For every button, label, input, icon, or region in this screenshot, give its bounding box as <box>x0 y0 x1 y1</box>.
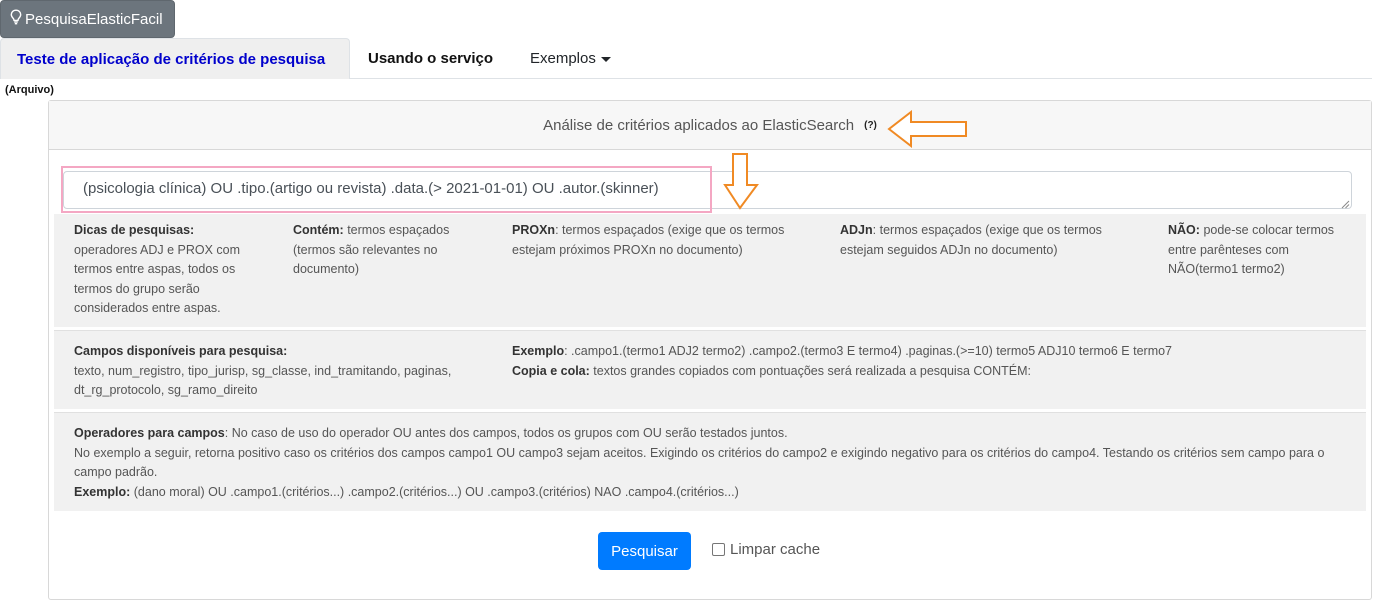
tip-dicas-title: Dicas de pesquisas: <box>74 223 195 237</box>
card-title: Análise de critérios aplicados ao Elasti… <box>543 116 855 134</box>
tab-teste-criterios[interactable]: Teste de aplicação de critérios de pesqu… <box>0 38 350 79</box>
tip-campos: Campos disponíveis para pesquisa: texto,… <box>74 342 474 401</box>
tip-operadores-title: Operadores para campos <box>74 426 225 440</box>
tip-copia-title: Copia e cola: <box>512 363 590 378</box>
tip-adjn-title: ADJn <box>840 223 873 237</box>
tip-exemplo-text: : .campo1.(termo1 ADJ2 termo2) .campo2.(… <box>564 344 1173 358</box>
arquivo-link[interactable]: (Arquivo) <box>5 84 54 96</box>
resize-grip-icon[interactable] <box>1340 197 1350 209</box>
tip-campos-text: texto, num_registro, tipo_jurisp, sg_cla… <box>74 363 452 398</box>
tab-usando-servico[interactable]: Usando o serviço <box>368 38 493 79</box>
tip-nao-title: NÃO: <box>1168 223 1200 237</box>
tab-exemplos-label: Exemplos <box>530 50 596 67</box>
tips-row-field-operators: Operadores para campos: No caso de uso d… <box>54 412 1366 511</box>
tip-copia-text: textos grandes copiados com pontuações s… <box>593 363 1032 378</box>
tip-exemplo: Exemplo: .campo1.(termo1 ADJ2 termo2) .c… <box>512 342 1332 381</box>
tip-contem-title: Contém: <box>293 223 344 237</box>
clear-cache-label: Limpar cache <box>730 541 821 558</box>
tip-operadores-exemplo-title: Exemplo: <box>74 484 131 499</box>
tip-operadores: Operadores para campos: No caso de uso d… <box>74 424 1354 502</box>
brand-label: PesquisaElasticFacil <box>25 10 163 28</box>
clear-cache-checkbox[interactable] <box>712 543 725 556</box>
brand-button[interactable]: PesquisaElasticFacil <box>0 0 175 38</box>
tips-row-fields: Campos disponíveis para pesquisa: texto,… <box>54 330 1366 409</box>
tip-campos-title: Campos disponíveis para pesquisa: <box>74 344 288 358</box>
annotation-arrow-down-icon <box>723 153 759 210</box>
caret-down-icon <box>600 56 611 62</box>
tip-adjn: ADJn: termos espaçados (exige que os ter… <box>840 221 1130 260</box>
tip-exemplo-title: Exemplo <box>512 344 565 358</box>
card-header: Análise de critérios aplicados ao Elasti… <box>49 101 1371 150</box>
clear-cache-toggle[interactable]: Limpar cache <box>712 541 820 558</box>
tip-operadores-line2: No exemplo a seguir, retorna positivo ca… <box>74 445 1325 480</box>
tip-dicas: Dicas de pesquisas: operadores ADJ e PRO… <box>74 221 274 319</box>
search-button[interactable]: Pesquisar <box>598 532 691 570</box>
tip-nao: NÃO: pode-se colocar termos entre parênt… <box>1168 221 1348 280</box>
tab-exemplos-dropdown[interactable]: Exemplos <box>530 38 611 79</box>
tip-adjn-text: : termos espaçados (exige que os termos … <box>840 223 1102 257</box>
nav-tabs: Teste de aplicação de critérios de pesqu… <box>0 38 1372 79</box>
annotation-arrow-left-icon <box>887 110 967 148</box>
tips-row-operators: Dicas de pesquisas: operadores ADJ e PRO… <box>54 214 1366 327</box>
tip-dicas-text: operadores ADJ e PROX com termos entre a… <box>74 242 241 316</box>
help-link[interactable]: (?) <box>864 120 877 131</box>
query-textarea[interactable]: (psicologia clínica) OU .tipo.(artigo ou… <box>63 171 1352 209</box>
tip-operadores-exemplo-text: (dano moral) OU .campo1.(critérios...) .… <box>133 484 739 499</box>
tip-operadores-text: : No caso de uso do operador OU antes do… <box>224 426 788 440</box>
lightbulb-icon <box>10 9 25 29</box>
tip-proxn: PROXn: termos espaçados (exige que os te… <box>512 221 802 260</box>
tip-proxn-title: PROXn <box>512 223 556 237</box>
tip-contem: Contém: termos espaçados (termos são rel… <box>293 221 473 280</box>
